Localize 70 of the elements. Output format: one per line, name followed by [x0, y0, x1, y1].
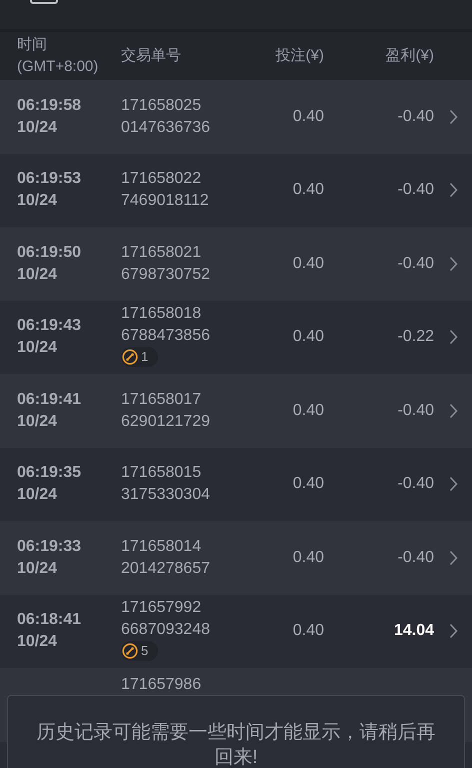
- stake-amount: 0.40: [292, 621, 324, 642]
- toast-message: 历史记录可能需要一些时间才能显示，请稍后再回来!: [36, 721, 436, 768]
- date-text: 10/24: [17, 632, 58, 652]
- stake-amount: 0.40: [292, 180, 324, 200]
- order-number: 3175330304: [121, 485, 211, 506]
- order-row[interactable]: 06:19:58 10/24 171658025 0147636736 0.40 -0.40: [0, 80, 472, 154]
- column-header: 投注(¥): [274, 46, 324, 66]
- compass-icon: [122, 348, 138, 365]
- stake-amount: 0.40: [292, 106, 324, 127]
- date-text: 10/24: [17, 338, 58, 358]
- chevron-right-icon: [448, 256, 458, 272]
- profit-amount: -0.40: [396, 106, 434, 127]
- profit-amount: 14.04: [392, 621, 434, 642]
- order-number: 171658021: [121, 242, 202, 263]
- stake-amount: 0.40: [292, 400, 324, 421]
- profit-amount: -0.40: [396, 474, 434, 494]
- date-text: 10/24: [17, 485, 58, 506]
- time-text: 06:19:35: [17, 463, 82, 484]
- chevron-right-icon: [448, 329, 458, 346]
- count-badge: 5: [121, 640, 158, 661]
- time-text: 06:18:41: [17, 610, 82, 630]
- order-number: 171658017: [121, 390, 202, 410]
- order-number: 171658015: [121, 463, 202, 484]
- chevron-right-icon: [448, 402, 458, 419]
- date-text: 10/24: [17, 118, 58, 138]
- order-number: 6290121729: [121, 412, 211, 432]
- time-text: 06:19:50: [17, 242, 82, 263]
- time-text: 06:19:53: [17, 169, 82, 190]
- profit-amount: -0.40: [396, 400, 434, 421]
- profit-amount: -0.40: [396, 548, 434, 568]
- chevron-right-icon: [448, 108, 458, 125]
- order-number: 6687093248: [121, 620, 211, 640]
- order-number: 171658022: [121, 169, 202, 190]
- stake-amount: 0.40: [292, 327, 324, 348]
- column-header: 时间 (GMT+8:00): [17, 35, 100, 77]
- date-text: 10/24: [17, 412, 58, 432]
- order-number: 171658014: [121, 536, 202, 557]
- order-number: 6798730752: [121, 264, 211, 285]
- date-text: 10/24: [17, 264, 58, 285]
- chevron-right-icon: [448, 623, 458, 640]
- order-number: 6788473856: [121, 326, 211, 346]
- time-text: 06:19:33: [17, 536, 82, 557]
- chevron-right-icon: [448, 550, 458, 566]
- stake-amount: 0.40: [292, 548, 324, 568]
- time-text: 06:19:58: [17, 96, 82, 116]
- order-row[interactable]: 06:19:50 10/24 171658021 6798730752 0.40 -0.40: [0, 227, 472, 300]
- column-header: 盈利(¥): [384, 46, 434, 66]
- order-number: 7469018112: [121, 191, 210, 212]
- order-row[interactable]: 06:19:33 10/24 171658014 2014278657 0.40 -0.40: [0, 521, 472, 594]
- profit-amount: -0.22: [396, 327, 434, 348]
- date-text: 10/24: [17, 191, 58, 212]
- order-number: 171657992: [121, 598, 202, 618]
- profit-amount: -0.40: [396, 254, 434, 274]
- date-text: 10/24: [17, 558, 58, 579]
- order-number: 171658025: [121, 96, 202, 116]
- chevron-right-icon: [448, 182, 458, 198]
- time-text: 06:19:41: [17, 390, 82, 410]
- order-number: 2014278657: [121, 558, 211, 579]
- compass-icon: [122, 642, 138, 659]
- order-number: 171657986: [121, 675, 202, 695]
- order-row[interactable]: 06:19:41 10/24 171658017 6290121729 0.40 -0.40: [0, 374, 472, 448]
- order-number: 171658018: [121, 304, 202, 324]
- stake-amount: 0.40: [292, 254, 324, 274]
- time-text: 06:19:43: [17, 316, 82, 336]
- profit-amount: -0.40: [396, 180, 434, 200]
- count-badge: 1: [121, 346, 158, 367]
- order-number: 0147636736: [121, 118, 211, 138]
- chevron-right-icon: [448, 476, 458, 492]
- column-header: 交易单号: [121, 46, 182, 66]
- stake-amount: 0.40: [292, 474, 324, 494]
